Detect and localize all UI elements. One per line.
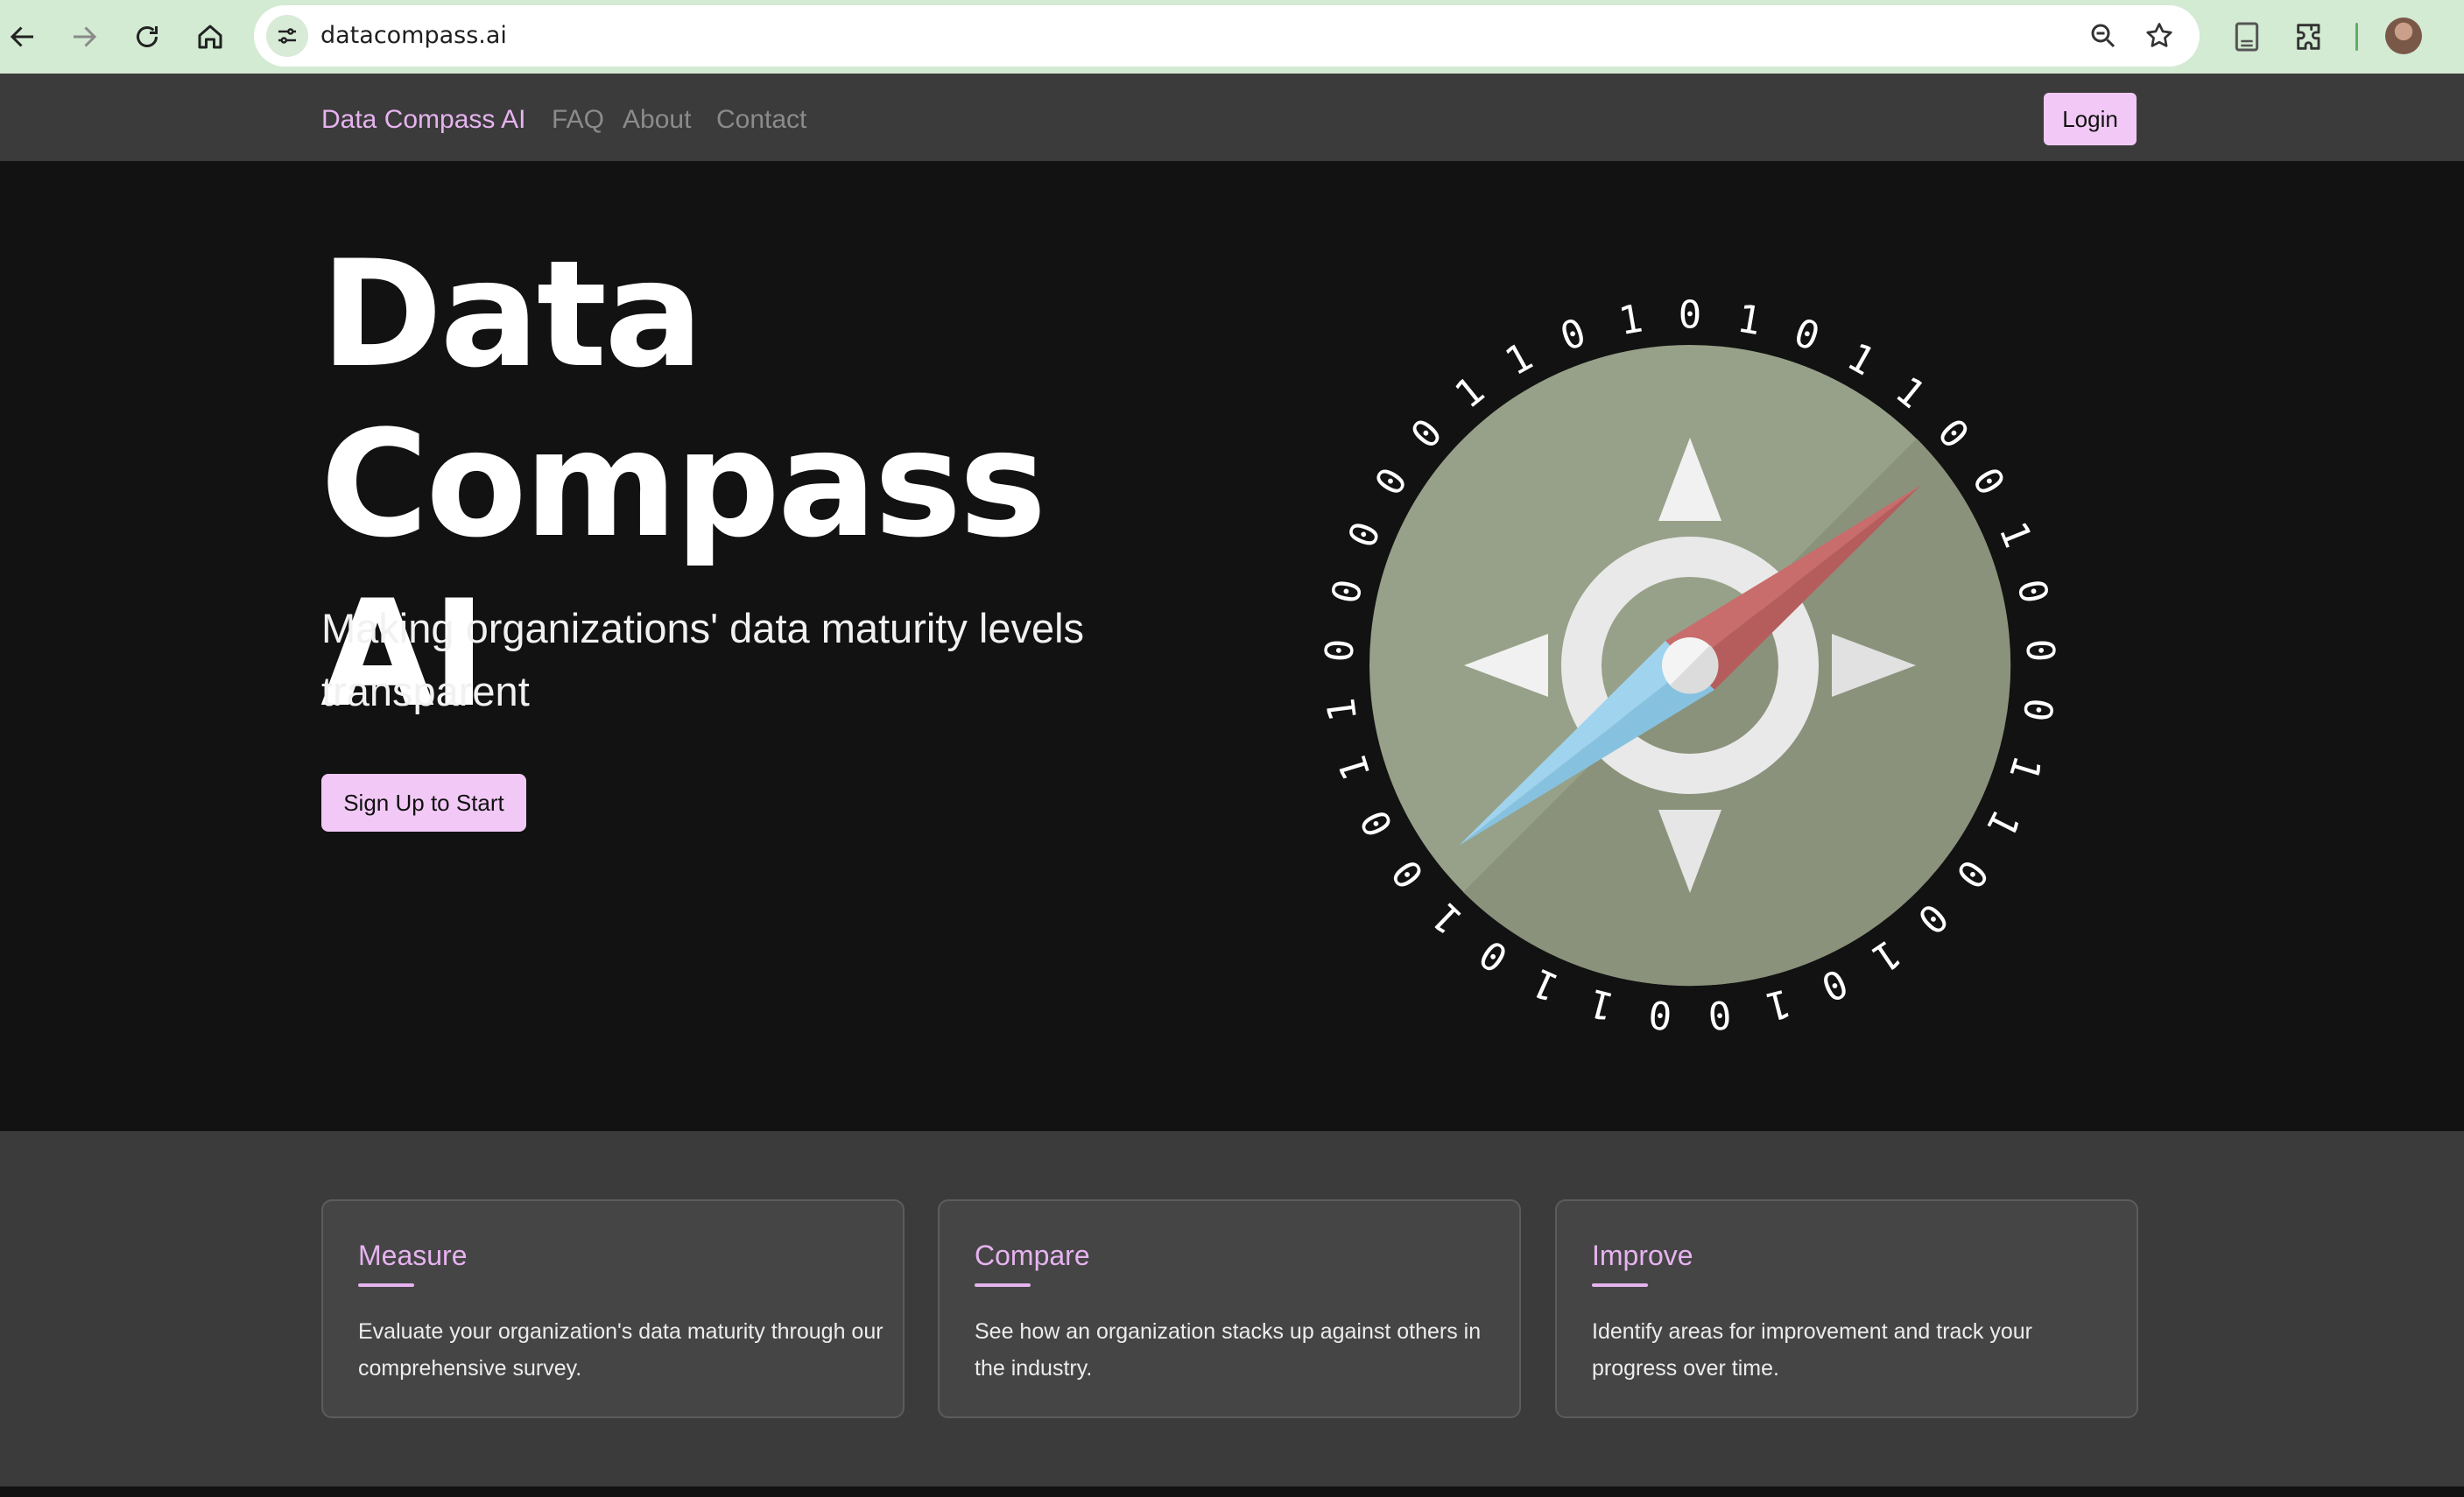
- star-icon[interactable]: [2144, 20, 2175, 52]
- binary-digit: 1: [1734, 296, 1764, 344]
- binary-digit: 1: [1498, 334, 1540, 384]
- zoom-icon[interactable]: [2087, 20, 2119, 52]
- binary-digit: 1: [2000, 750, 2050, 785]
- address-bar[interactable]: datacompass.ai: [254, 5, 2200, 67]
- compass-illustration: 0101100100011001010011010011000001101: [1313, 263, 2066, 1038]
- binary-digit: 0: [2017, 638, 2063, 664]
- site-info-button[interactable]: [266, 15, 308, 57]
- feature-text: See how an organization stacks up agains…: [975, 1319, 1482, 1381]
- binary-digit: 0: [1340, 516, 1390, 554]
- reading-list-icon[interactable]: [2229, 19, 2264, 54]
- binary-digit: 0: [1788, 310, 1825, 360]
- reload-button[interactable]: [124, 14, 170, 60]
- signup-button[interactable]: Sign Up to Start: [321, 774, 526, 832]
- binary-digit: 0: [1814, 959, 1854, 1009]
- hero-subtitle: Making organizations' data maturity leve…: [321, 605, 1085, 714]
- binary-digit: 0: [2008, 575, 2056, 608]
- home-button[interactable]: [187, 14, 233, 60]
- feature-card-measure: Measure Evaluate your organization's dat…: [321, 1199, 905, 1418]
- binary-digit: 1: [1616, 296, 1646, 344]
- binary-digit: 1: [1864, 931, 1909, 980]
- binary-digit: 1: [1977, 803, 2027, 844]
- binary-digit: 1: [1585, 980, 1618, 1029]
- title-underline: [975, 1283, 1031, 1287]
- back-button[interactable]: [0, 14, 46, 60]
- binary-digit: 0: [1472, 931, 1517, 980]
- binary-digit: 0: [1679, 293, 1702, 338]
- page-footer-edge: [0, 1486, 2464, 1497]
- browser-toolbar: datacompass.ai: [0, 0, 2464, 74]
- binary-digit: 0: [1947, 851, 1996, 896]
- profile-avatar[interactable]: [2385, 18, 2422, 54]
- title-underline: [1592, 1283, 1648, 1287]
- binary-digit: 1: [1424, 894, 1471, 942]
- title-underline: [358, 1283, 414, 1287]
- nav-link-about[interactable]: About: [623, 74, 691, 166]
- site-navbar: Data Compass AI FAQ About Contact Login: [0, 74, 2464, 161]
- binary-digit: 0: [1909, 894, 1956, 942]
- url-text[interactable]: datacompass.ai: [320, 5, 507, 67]
- binary-digit: 1: [1447, 369, 1493, 418]
- binary-digit: 0: [1928, 411, 1977, 458]
- feature-text: Identify areas for improvement and track…: [1592, 1319, 2033, 1381]
- binary-digit: 0: [1707, 991, 1734, 1033]
- feature-card-improve: Improve Identify areas for improvement a…: [1555, 1199, 2138, 1418]
- binary-digit: 1: [1887, 369, 1933, 418]
- binary-digit: 0: [1963, 460, 2013, 503]
- brand-link[interactable]: Data Compass AI: [321, 74, 525, 166]
- hero-title-line1: Data: [320, 228, 704, 400]
- binary-digit: 1: [1319, 695, 1366, 724]
- feature-title: Compare: [975, 1240, 1090, 1271]
- binary-digit: 1: [1840, 334, 1882, 384]
- feature-title: Measure: [358, 1240, 468, 1271]
- home-icon: [198, 25, 222, 49]
- nav-link-contact[interactable]: Contact: [716, 74, 806, 166]
- binary-digit: 1: [1762, 980, 1795, 1029]
- binary-digit: 0: [1383, 851, 1433, 896]
- binary-digit: 0: [1647, 991, 1674, 1033]
- binary-digit: 0: [1317, 638, 1362, 664]
- binary-digit: 0: [1403, 411, 1452, 458]
- toolbar-divider: [2355, 23, 2358, 51]
- arrow-left-icon: [10, 26, 33, 47]
- arrow-right-icon: [74, 26, 97, 47]
- features-section: Measure Evaluate your organization's dat…: [0, 1131, 2464, 1486]
- feature-card-compare: Compare See how an organization stacks u…: [938, 1199, 1521, 1418]
- feature-title: Improve: [1592, 1240, 1693, 1271]
- binary-digit: 0: [2014, 695, 2061, 724]
- binary-digit: 1: [1990, 516, 2040, 554]
- forward-button[interactable]: [61, 14, 107, 60]
- extensions-icon[interactable]: [2292, 19, 2327, 54]
- feature-text: Evaluate your organization's data maturi…: [358, 1319, 884, 1381]
- binary-digit: 0: [1352, 803, 1402, 844]
- binary-digit: 0: [1367, 460, 1417, 503]
- binary-digit: 0: [1323, 575, 1371, 608]
- login-button[interactable]: Login: [2044, 93, 2137, 145]
- binary-digit: 1: [1330, 750, 1380, 785]
- tune-icon: [278, 28, 296, 44]
- binary-digit: 0: [1555, 310, 1592, 360]
- reload-icon: [137, 26, 158, 47]
- nav-link-faq[interactable]: FAQ: [552, 74, 604, 166]
- binary-digit: 1: [1526, 959, 1566, 1009]
- compass-icon: 0 1 0 11001000110010100110100110000011 0 1: [1317, 293, 2063, 1038]
